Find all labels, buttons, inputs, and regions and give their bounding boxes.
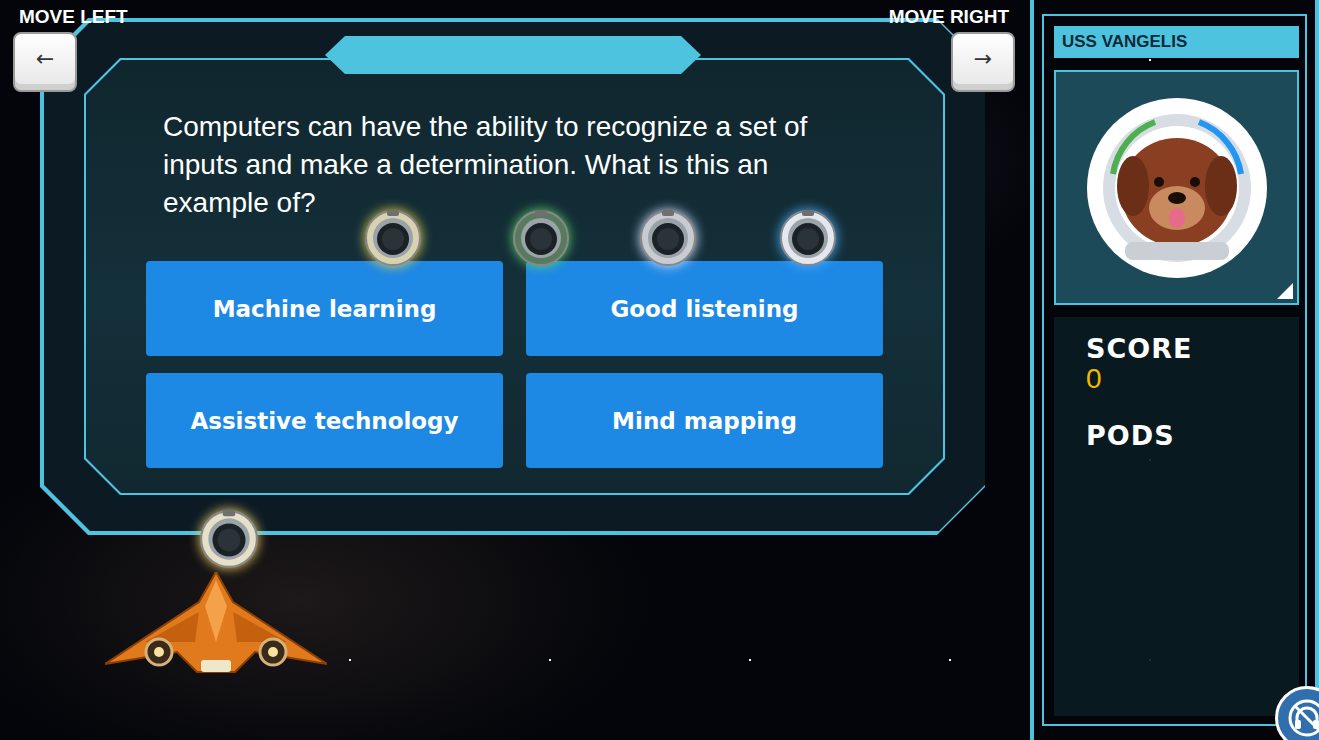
frame-top-bar bbox=[325, 36, 701, 74]
left-arrow-key[interactable]: ← bbox=[13, 32, 77, 92]
score-label: SCORE bbox=[1086, 333, 1279, 364]
move-right-control: MOVE RIGHT → bbox=[883, 6, 1015, 92]
pod bbox=[778, 208, 838, 268]
player-ship bbox=[105, 572, 327, 678]
question-frame: Computers can have the ability to recogn… bbox=[40, 18, 985, 535]
spaceship-icon bbox=[105, 572, 327, 678]
score-value: 0 bbox=[1086, 364, 1279, 394]
game-screen: Computers can have the ability to recogn… bbox=[0, 0, 1319, 740]
move-right-label: MOVE RIGHT bbox=[883, 6, 1015, 28]
dog-astronaut-icon bbox=[1085, 96, 1269, 280]
pod bbox=[363, 208, 423, 268]
answer-button[interactable]: Machine learning bbox=[146, 261, 503, 356]
avatar-corner bbox=[1277, 283, 1293, 299]
answer-button[interactable]: Mind mapping bbox=[526, 373, 883, 468]
question-panel: Computers can have the ability to recogn… bbox=[86, 60, 943, 493]
pod-icon bbox=[778, 208, 838, 268]
right-arrow-key[interactable]: → bbox=[951, 32, 1015, 92]
pod bbox=[638, 208, 698, 268]
pods-label: PODS bbox=[1086, 420, 1279, 451]
score-panel: SCORE0 PODS bbox=[1054, 317, 1299, 716]
pod-icon bbox=[638, 208, 698, 268]
pod bbox=[198, 508, 260, 570]
audio-off-icon bbox=[1287, 698, 1319, 738]
pod-icon bbox=[511, 208, 571, 268]
pod-icon bbox=[198, 508, 260, 570]
answer-button[interactable]: Good listening bbox=[526, 261, 883, 356]
move-left-label: MOVE LEFT bbox=[13, 6, 134, 28]
player-sidebar: USS VANGELIS SCORE0 PODS bbox=[1030, 0, 1319, 740]
answer-grid: Machine learningGood listeningAssistive … bbox=[146, 261, 883, 468]
ship-name: USS VANGELIS bbox=[1054, 26, 1299, 58]
pod bbox=[511, 208, 571, 268]
question-text: Computers can have the ability to recogn… bbox=[146, 108, 863, 222]
player-avatar bbox=[1054, 70, 1299, 305]
pod-icon bbox=[363, 208, 423, 268]
answer-button[interactable]: Assistive technology bbox=[146, 373, 503, 468]
play-area: Computers can have the ability to recogn… bbox=[0, 0, 1030, 740]
move-left-control: MOVE LEFT ← bbox=[13, 6, 134, 92]
